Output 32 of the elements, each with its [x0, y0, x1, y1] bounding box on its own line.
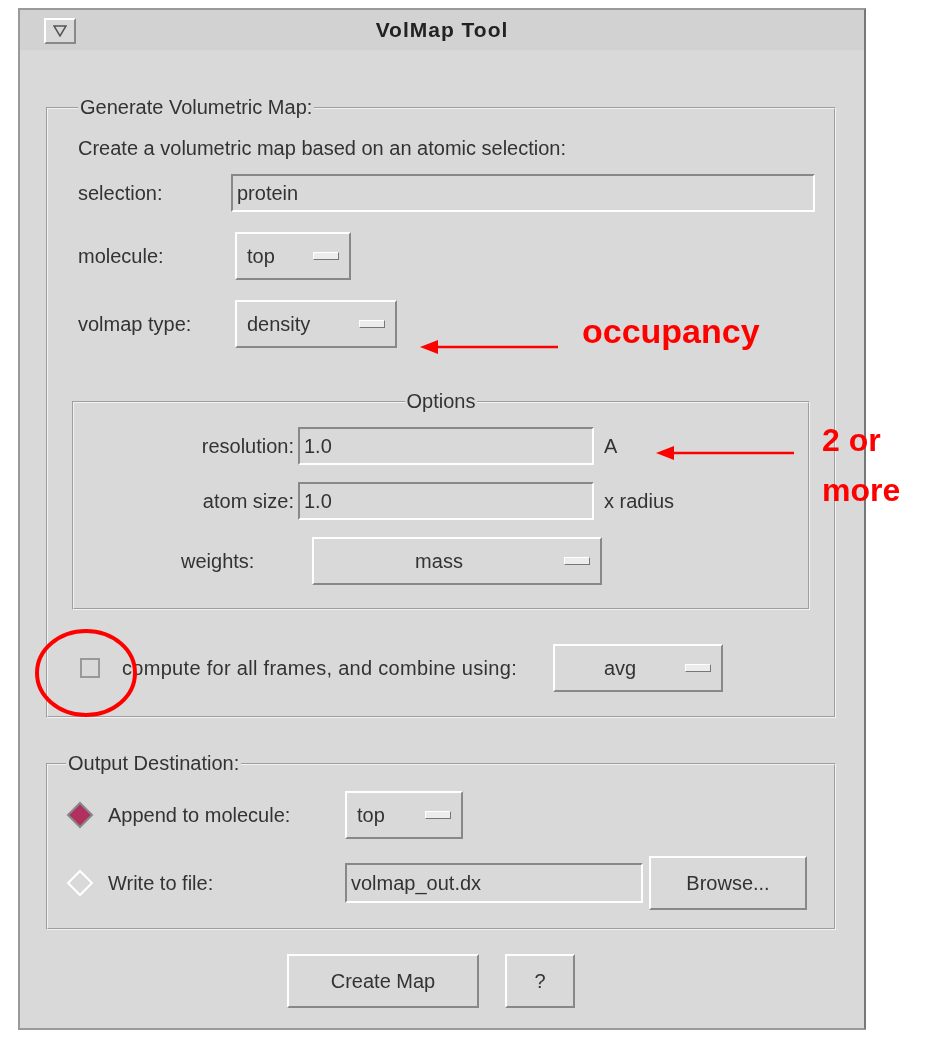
unit-label: A: [604, 434, 618, 458]
group-title: Output Destination:: [67, 752, 241, 775]
group-title: Options: [405, 390, 477, 413]
group-title: Generate Volumetric Map:: [79, 96, 314, 119]
field-label: selection:: [78, 181, 164, 205]
option-label: Append to molecule:: [108, 803, 292, 827]
checkbox[interactable]: [80, 658, 100, 678]
field-label: weights:: [180, 549, 256, 573]
annotation-text: occupancy: [582, 311, 760, 352]
molecule-dropdown[interactable]: top: [235, 232, 351, 280]
selection-field[interactable]: protein: [231, 174, 815, 212]
create-map-button[interactable]: Create Map: [287, 954, 479, 1008]
radio-button[interactable]: [66, 801, 94, 829]
window-menu-button[interactable]: [44, 18, 76, 44]
field-label: resolution:: [200, 434, 295, 458]
browse-button[interactable]: Browse...: [649, 856, 807, 910]
field-label: molecule:: [78, 244, 165, 268]
resolution-field[interactable]: 1.0: [298, 427, 594, 465]
description-text: Create a volumetric map based on an atomic selection:: [78, 137, 568, 160]
file-field[interactable]: volmap_out.dx: [345, 863, 643, 903]
annotation-text: 2 or more: [822, 421, 901, 510]
unit-label: x radius: [604, 489, 675, 513]
atom-size-field[interactable]: 1.0: [298, 482, 594, 520]
field-label: atom size:: [201, 489, 295, 513]
field-label: volmap type:: [78, 312, 193, 336]
combine-dropdown[interactable]: avg: [553, 644, 723, 692]
type-dropdown[interactable]: density: [235, 300, 397, 348]
weights-dropdown[interactable]: mass: [312, 537, 602, 585]
triangle-down-icon: [53, 25, 67, 37]
window-title: VolMap Tool: [375, 18, 509, 42]
molecule-dropdown[interactable]: top: [345, 791, 463, 839]
help-button[interactable]: ?: [505, 954, 575, 1008]
